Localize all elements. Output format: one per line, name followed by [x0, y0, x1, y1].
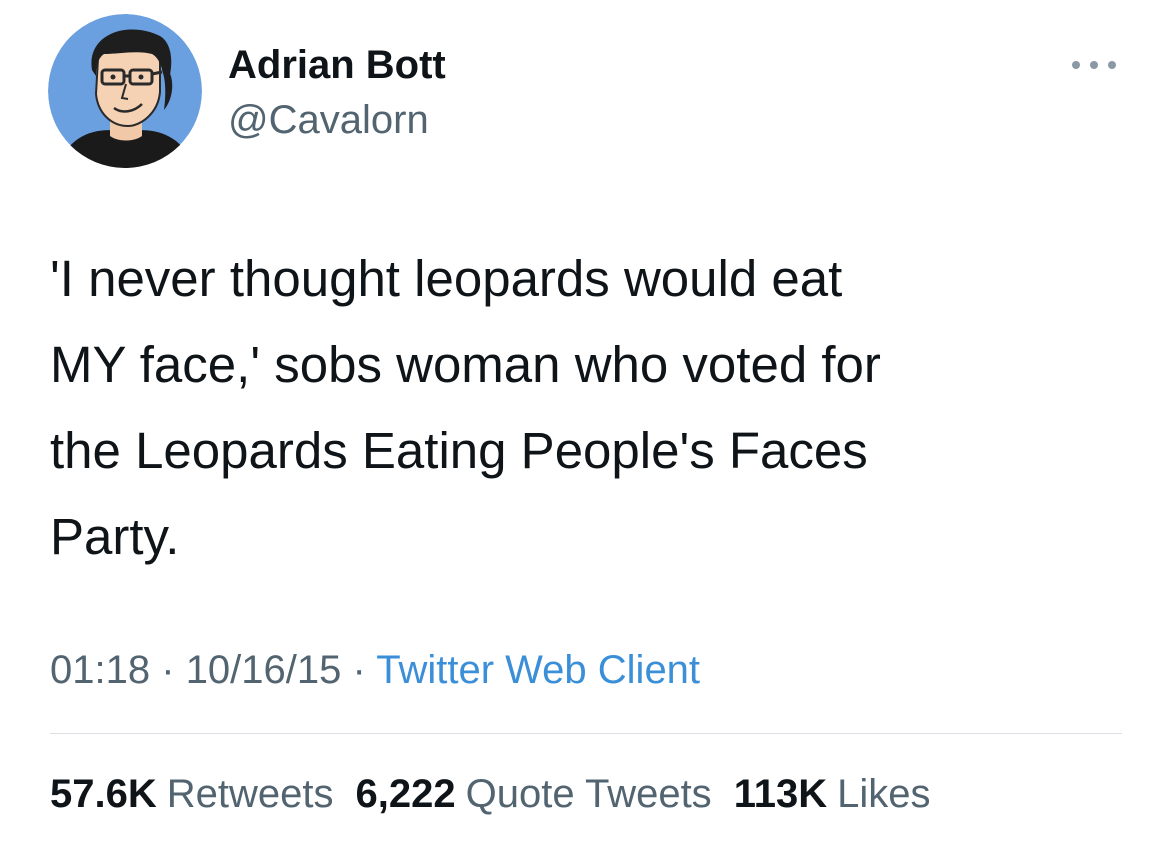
likes-stat[interactable]: 113K Likes	[734, 772, 931, 816]
likes-label: Likes	[837, 772, 931, 816]
divider	[50, 733, 1122, 734]
avatar[interactable]	[48, 14, 202, 168]
avatar-illustration	[48, 14, 202, 168]
quote-tweets-label: Quote Tweets	[465, 772, 712, 816]
more-options-icon[interactable]	[1068, 55, 1120, 75]
tweet-date[interactable]: 10/16/15	[186, 648, 342, 692]
author-display-name[interactable]: Adrian Bott	[228, 40, 446, 90]
tweet-source-link[interactable]: Twitter Web Client	[376, 648, 700, 692]
retweets-label: Retweets	[166, 772, 334, 816]
quote-tweets-stat[interactable]: 6,222 Quote Tweets	[356, 772, 712, 816]
retweets-count: 57.6K	[50, 772, 157, 816]
tweet-text: 'I never thought leopards would eat MY f…	[50, 250, 881, 565]
likes-count: 113K	[733, 772, 828, 816]
engagement-stats: 57.6K Retweets 6,222 Quote Tweets 113K Likes	[50, 767, 953, 821]
quote-tweets-count: 6,222	[355, 772, 456, 816]
meta-separator: ·	[352, 648, 366, 692]
author-handle[interactable]: @Cavalorn	[228, 95, 429, 145]
retweets-stat[interactable]: 57.6K Retweets	[50, 772, 334, 816]
meta-separator: ·	[161, 648, 175, 692]
tweet-time[interactable]: 01:18	[50, 648, 150, 692]
tweet-meta: 01:18 · 10/16/15 · Twitter Web Client	[50, 644, 700, 696]
